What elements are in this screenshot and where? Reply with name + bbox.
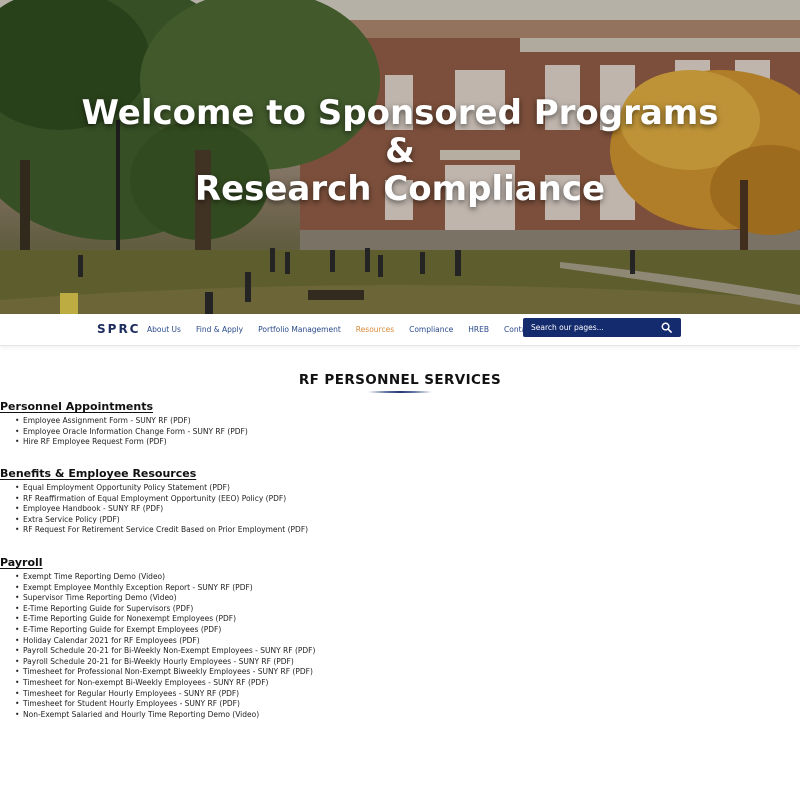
hero-title-line-3: Research Compliance <box>194 169 606 209</box>
search-input[interactable] <box>523 318 658 337</box>
nav-item-resources[interactable]: Resources <box>356 325 394 334</box>
document-link-label[interactable]: Exempt Employee Monthly Exception Report… <box>23 583 253 592</box>
document-link-label[interactable]: Employee Handbook - SUNY RF (PDF) <box>23 504 163 513</box>
document-link[interactable]: • Holiday Calendar 2021 for RF Employees … <box>15 636 800 647</box>
bullet-icon: • <box>15 635 20 645</box>
document-link[interactable]: • Timesheet for Regular Hourly Employees … <box>15 689 800 700</box>
document-link[interactable]: • Payroll Schedule 20-21 for Bi-Weekly No… <box>15 646 800 657</box>
document-link-label[interactable]: Employee Assignment Form - SUNY RF (PDF) <box>23 416 191 425</box>
page-title: RF PERSONNEL SERVICES <box>298 372 502 388</box>
document-link-label[interactable]: E-Time Reporting Guide for Exempt Employ… <box>23 625 221 634</box>
hero-title-line-2: & <box>385 131 415 171</box>
document-link[interactable]: • RF Request For Retirement Service Credi… <box>15 525 800 536</box>
bullet-icon: • <box>15 504 20 514</box>
nav-item-hreb[interactable]: HREB <box>468 325 489 334</box>
document-link[interactable]: • Timesheet for Non-exempt Bi-Weekly Empl… <box>15 678 800 689</box>
bullet-icon: • <box>15 593 20 603</box>
document-link-label[interactable]: Payroll Schedule 20-21 for Bi-Weekly Non… <box>23 646 315 655</box>
bullet-icon: • <box>15 646 20 656</box>
bullet-icon: • <box>15 656 20 666</box>
document-link[interactable]: • E-Time Reporting Guide for Exempt Emplo… <box>15 625 800 636</box>
document-link[interactable]: • Employee Handbook - SUNY RF (PDF) <box>15 504 800 515</box>
section-benefits-employee-resources: Benefits & Employee Resources • Equal Emp… <box>0 467 800 536</box>
document-link-label[interactable]: RF Request For Retirement Service Credit… <box>23 525 308 534</box>
bullet-icon: • <box>15 699 20 709</box>
bullet-icon: • <box>15 709 20 719</box>
document-link-label[interactable]: Holiday Calendar 2021 for RF Employees (… <box>23 636 200 645</box>
document-link[interactable]: • Exempt Time Reporting Demo (Video) <box>15 572 800 583</box>
document-link-label[interactable]: Supervisor Time Reporting Demo (Video) <box>23 593 177 602</box>
bullet-icon: • <box>15 572 20 581</box>
section-personnel-appointments: Personnel Appointments • Employee Assignm… <box>0 400 800 448</box>
title-divider <box>368 391 432 393</box>
document-link-label[interactable]: Employee Oracle Information Change Form … <box>23 427 248 436</box>
nav-item-compliance[interactable]: Compliance <box>409 325 453 334</box>
nav-item-find-apply[interactable]: Find & Apply <box>196 325 243 334</box>
document-link[interactable]: • E-Time Reporting Guide for Supervisors … <box>15 604 800 615</box>
document-link-label[interactable]: Timesheet for Non-exempt Bi-Weekly Emplo… <box>23 678 268 687</box>
document-link[interactable]: • Exempt Employee Monthly Exception Repor… <box>15 583 800 594</box>
document-link-label[interactable]: Hire RF Employee Request Form (PDF) <box>23 437 167 446</box>
bullet-icon: • <box>15 437 20 447</box>
document-link[interactable]: • Equal Employment Opportunity Policy Sta… <box>15 483 800 494</box>
document-list: • Equal Employment Opportunity Policy Sta… <box>0 483 800 536</box>
document-link[interactable]: • Supervisor Time Reporting Demo (Video) <box>15 593 800 604</box>
document-link[interactable]: • Timesheet for Student Hourly Employees … <box>15 699 800 710</box>
nav-item-about-us[interactable]: About Us <box>147 325 181 334</box>
search-icon[interactable] <box>658 320 674 336</box>
bullet-icon: • <box>15 493 20 503</box>
bullet-icon: • <box>15 688 20 698</box>
document-link[interactable]: • RF Reaffirmation of Equal Employment Op… <box>15 494 800 505</box>
document-link[interactable]: • E-Time Reporting Guide for Nonexempt Em… <box>15 614 800 625</box>
document-link[interactable]: • Extra Service Policy (PDF) <box>15 515 800 526</box>
nav-item-portfolio-management[interactable]: Portfolio Management <box>258 325 341 334</box>
document-link-label[interactable]: Exempt Time Reporting Demo (Video) <box>23 572 165 581</box>
document-link[interactable]: • Timesheet for Professional Non-Exempt B… <box>15 667 800 678</box>
document-link-label[interactable]: Payroll Schedule 20-21 for Bi-Weekly Hou… <box>23 657 294 666</box>
bullet-icon: • <box>15 483 20 492</box>
bullet-icon: • <box>15 525 20 535</box>
hero-title: Welcome to Sponsored Programs & Research… <box>0 94 800 208</box>
document-link[interactable]: • Non-Exempt Salaried and Hourly Time Rep… <box>15 710 800 721</box>
bullet-icon: • <box>15 614 20 624</box>
section-heading: Payroll <box>0 556 43 569</box>
document-link-label[interactable]: Timesheet for Professional Non-Exempt Bi… <box>23 667 313 676</box>
bullet-icon: • <box>15 677 20 687</box>
document-link-label[interactable]: RF Reaffirmation of Equal Employment Opp… <box>23 494 286 503</box>
document-link[interactable]: • Hire RF Employee Request Form (PDF) <box>15 437 800 448</box>
bullet-icon: • <box>15 582 20 592</box>
document-link[interactable]: • Payroll Schedule 20-21 for Bi-Weekly Ho… <box>15 657 800 668</box>
document-link[interactable]: • Employee Assignment Form - SUNY RF (PDF… <box>15 416 800 427</box>
document-link-label[interactable]: Timesheet for Student Hourly Employees -… <box>23 699 240 708</box>
brand-logo[interactable]: SPRC <box>97 322 140 336</box>
document-list: • Employee Assignment Form - SUNY RF (PDF… <box>0 416 800 448</box>
document-link-label[interactable]: Extra Service Policy (PDF) <box>23 515 120 524</box>
section-heading: Benefits & Employee Resources <box>0 467 197 480</box>
hero-title-line-1: Welcome to Sponsored Programs <box>81 93 719 133</box>
bullet-icon: • <box>15 667 20 677</box>
document-link-label[interactable]: Non-Exempt Salaried and Hourly Time Repo… <box>23 710 259 719</box>
main-navbar: SPRC About Us Find & Apply Portfolio Manag… <box>0 314 800 346</box>
search-box <box>523 318 681 337</box>
bullet-icon: • <box>15 624 20 634</box>
document-link-label[interactable]: E-Time Reporting Guide for Nonexempt Emp… <box>23 614 236 623</box>
document-list: • Exempt Time Reporting Demo (Video) • Exem… <box>0 572 800 720</box>
section-payroll: Payroll • Exempt Time Reporting Demo (Vid… <box>0 556 800 720</box>
document-link-label[interactable]: Timesheet for Regular Hourly Employees -… <box>23 689 239 698</box>
bullet-icon: • <box>15 603 20 613</box>
section-heading: Personnel Appointments <box>0 400 154 413</box>
document-link[interactable]: • Employee Oracle Information Change Form… <box>15 427 800 438</box>
bullet-icon: • <box>15 416 20 425</box>
bullet-icon: • <box>15 426 20 436</box>
bullet-icon: • <box>15 514 20 524</box>
document-link-label[interactable]: Equal Employment Opportunity Policy Stat… <box>23 483 230 492</box>
nav-menu: About Us Find & Apply Portfolio Management… <box>147 325 548 334</box>
document-link-label[interactable]: E-Time Reporting Guide for Supervisors (… <box>23 604 193 613</box>
hero-banner: Welcome to Sponsored Programs & Research… <box>0 0 800 314</box>
